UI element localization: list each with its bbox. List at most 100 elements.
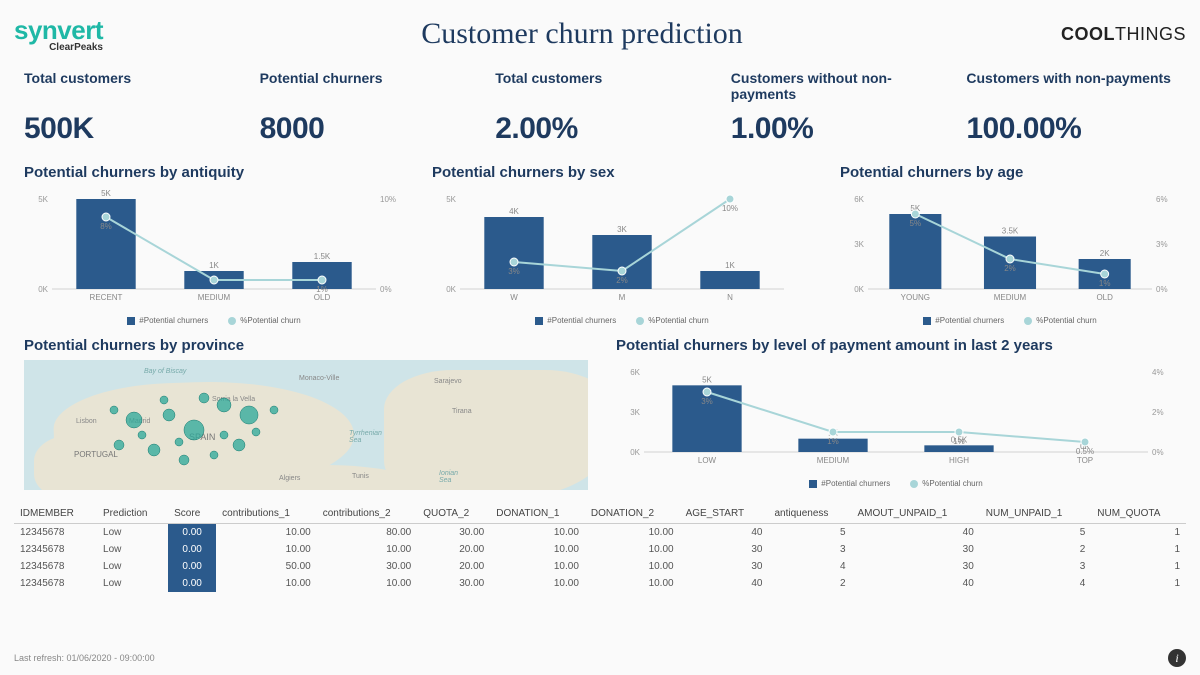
table-header[interactable]: NUM_UNPAID_1 xyxy=(980,504,1091,524)
table-header[interactable]: Prediction xyxy=(97,504,168,524)
svg-text:3.5K: 3.5K xyxy=(1002,227,1019,236)
svg-text:OLD: OLD xyxy=(314,293,331,302)
chart-svg: 0K5K0%10%5KRECENT1KMEDIUM1.5KOLD8%1% xyxy=(24,187,404,307)
svg-text:1K: 1K xyxy=(725,261,735,270)
svg-text:6%: 6% xyxy=(1156,195,1168,204)
page-title: Customer churn prediction xyxy=(421,17,743,51)
legend: #Potential churners %Potential churn xyxy=(432,316,812,325)
legend: #Potential churners %Potential churn xyxy=(24,316,404,325)
svg-text:1%: 1% xyxy=(316,285,328,294)
kpi-value: 100.00% xyxy=(966,112,1176,146)
table-header[interactable]: Score xyxy=(168,504,216,524)
chart-sex: Potential churners by sex 0K5K4KW3KM1KN3… xyxy=(422,160,822,329)
svg-text:MEDIUM: MEDIUM xyxy=(994,293,1027,302)
header: synvert ClearPeaks Customer churn predic… xyxy=(14,10,1186,58)
svg-text:4%: 4% xyxy=(1152,368,1164,377)
kpi-value: 1.00% xyxy=(731,112,941,146)
svg-text:3%: 3% xyxy=(701,397,713,406)
legend-bar-icon xyxy=(923,317,931,325)
legend: #Potential churners %Potential churn xyxy=(616,479,1176,488)
map-bubbles-svg xyxy=(24,360,588,490)
svg-text:10%: 10% xyxy=(722,204,738,213)
svg-text:5%: 5% xyxy=(910,219,922,228)
svg-text:3K: 3K xyxy=(617,225,627,234)
svg-text:M: M xyxy=(619,293,626,302)
legend-line-icon xyxy=(228,317,236,325)
table-header[interactable]: DONATION_2 xyxy=(585,504,680,524)
svg-text:0%: 0% xyxy=(1156,285,1168,294)
table-header[interactable]: AGE_START xyxy=(680,504,769,524)
table-row[interactable]: 12345678Low0.0010.0080.0030.0010.0010.00… xyxy=(14,524,1186,542)
svg-text:0%: 0% xyxy=(1152,448,1164,457)
kpi-label: Potential churners xyxy=(260,70,470,106)
svg-text:0K: 0K xyxy=(38,285,48,294)
svg-text:YOUNG: YOUNG xyxy=(901,293,930,302)
svg-text:1%: 1% xyxy=(953,437,965,446)
svg-text:3K: 3K xyxy=(854,240,864,249)
kpi-card: Potential churners 8000 xyxy=(250,64,480,156)
logo-sub: ClearPeaks xyxy=(14,42,103,53)
svg-text:5K: 5K xyxy=(38,195,48,204)
chart-antiquity: Potential churners by antiquity 0K5K0%10… xyxy=(14,160,414,329)
chart-title: Potential churners by age xyxy=(840,164,1180,181)
svg-text:5K: 5K xyxy=(101,189,111,198)
kpi-label: Customers without non-payments xyxy=(731,70,941,106)
svg-text:0%: 0% xyxy=(380,285,392,294)
table-row[interactable]: 12345678Low0.0010.0010.0030.0010.0010.00… xyxy=(14,575,1186,592)
legend-line-icon xyxy=(1024,317,1032,325)
chart-svg: 0K5K4KW3KM1KN3%2%10% xyxy=(432,187,812,307)
kpi-label: Total customers xyxy=(24,70,234,106)
chart-title: Potential churners by province xyxy=(24,337,588,354)
kpi-row: Total customers 500K Potential churners 800… xyxy=(14,64,1186,156)
svg-text:1K: 1K xyxy=(209,261,219,270)
table-header[interactable]: QUOTA_2 xyxy=(417,504,490,524)
svg-text:3%: 3% xyxy=(1156,240,1168,249)
svg-text:5K: 5K xyxy=(702,375,712,384)
table-header[interactable]: AMOUT_UNPAID_1 xyxy=(852,504,980,524)
kpi-value: 500K xyxy=(24,112,234,146)
table-header[interactable]: NUM_QUOTA xyxy=(1091,504,1186,524)
svg-text:6K: 6K xyxy=(854,195,864,204)
svg-text:W: W xyxy=(510,293,518,302)
svg-text:0K: 0K xyxy=(446,285,456,294)
kpi-card: Total customers2.00% xyxy=(485,64,715,156)
table-header[interactable]: DONATION_1 xyxy=(490,504,585,524)
table-header[interactable]: antiqueness xyxy=(768,504,851,524)
svg-text:1%: 1% xyxy=(827,437,839,446)
svg-text:0K: 0K xyxy=(630,448,640,457)
kpi-label: Customers with non-payments xyxy=(966,70,1176,106)
table-header[interactable]: contributions_1 xyxy=(216,504,317,524)
data-table: IDMEMBERPredictionScorecontributions_1co… xyxy=(14,504,1186,592)
svg-text:2%: 2% xyxy=(1152,408,1164,417)
map-body[interactable]: SPAIN PORTUGAL Madrid Lisbon Algiers Tun… xyxy=(24,360,588,490)
svg-text:0.5%: 0.5% xyxy=(1076,447,1094,456)
kpi-card: Customers with non-payments 100.00% xyxy=(956,64,1186,156)
info-icon[interactable]: i xyxy=(1168,649,1186,667)
legend-bar-icon xyxy=(809,480,817,488)
chart-svg: 0K3K6K0%2%4%5KLOW1KMEDIUM0.5KHIGH0KTOP3%… xyxy=(616,360,1176,470)
svg-text:2%: 2% xyxy=(1004,264,1016,273)
table-header[interactable]: contributions_2 xyxy=(317,504,418,524)
chart-title: Potential churners by sex xyxy=(432,164,812,181)
svg-text:LOW: LOW xyxy=(698,456,717,465)
legend: #Potential churners %Potential churn xyxy=(840,316,1180,325)
table-row[interactable]: 12345678Low0.0010.0010.0020.0010.0010.00… xyxy=(14,541,1186,558)
svg-text:N: N xyxy=(727,293,733,302)
svg-text:MEDIUM: MEDIUM xyxy=(817,456,850,465)
last-refresh: Last refresh: 01/06/2020 - 09:00:00 xyxy=(14,653,155,663)
legend-line-icon xyxy=(636,317,644,325)
svg-text:1.5K: 1.5K xyxy=(314,252,331,261)
legend-line-icon xyxy=(910,480,918,488)
chart-age: Potential churners by age 0K3K6K0%3%6%5K… xyxy=(830,160,1190,329)
legend-bar-icon xyxy=(127,317,135,325)
kpi-card: Total customers 500K xyxy=(14,64,244,156)
svg-text:TOP: TOP xyxy=(1077,456,1093,465)
table-header[interactable]: IDMEMBER xyxy=(14,504,97,524)
table-row[interactable]: 12345678Low0.0050.0030.0020.0010.0010.00… xyxy=(14,558,1186,575)
svg-text:0K: 0K xyxy=(854,285,864,294)
kpi-card: Customers without non-payments 1.00% xyxy=(721,64,951,156)
kpi-value: 2.00% xyxy=(495,112,705,146)
kpi-value: 8000 xyxy=(260,112,470,146)
svg-text:MEDIUM: MEDIUM xyxy=(198,293,231,302)
svg-text:2%: 2% xyxy=(616,276,628,285)
